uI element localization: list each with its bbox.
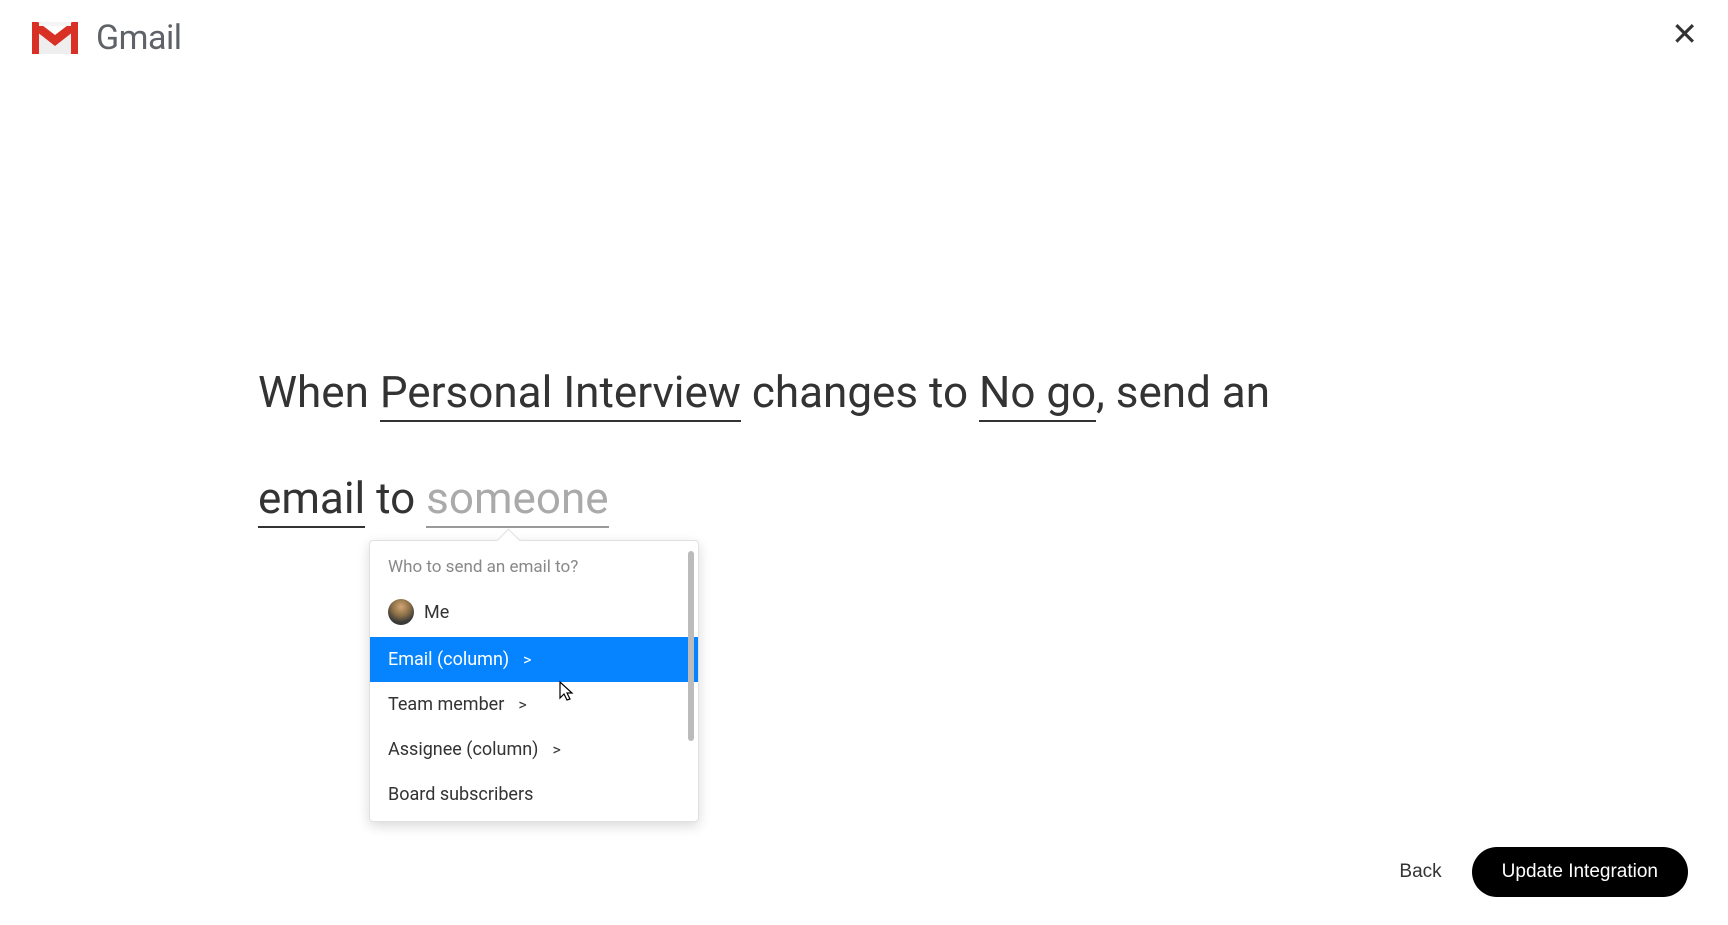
dropdown-item-0[interactable]: Me — [370, 587, 698, 637]
sentence-middle-1: changes to — [741, 366, 979, 418]
automation-sentence: When Personal Interview changes to No go… — [258, 340, 1358, 551]
recipient-selector[interactable]: someone — [426, 472, 608, 528]
update-integration-button[interactable]: Update Integration — [1472, 847, 1688, 897]
chevron-right-icon: > — [518, 695, 526, 714]
sentence-middle-3: to — [365, 472, 426, 524]
gmail-icon — [28, 18, 82, 58]
dropdown-item-2[interactable]: Team member > — [370, 682, 698, 727]
dropdown-item-1[interactable]: Email (column) > — [370, 637, 698, 682]
close-icon[interactable]: ✕ — [1671, 18, 1698, 50]
chevron-right-icon: > — [552, 740, 560, 759]
recipient-dropdown: Who to send an email to? Me Email (column… — [369, 540, 699, 822]
dropdown-item-label: Board subscribers — [388, 784, 533, 805]
gmail-logo: Gmail — [28, 18, 182, 58]
chevron-right-icon: > — [523, 650, 531, 669]
back-button[interactable]: Back — [1399, 861, 1441, 883]
avatar-icon — [388, 599, 414, 625]
sentence-middle-2: , send an — [1096, 366, 1270, 418]
dropdown-title: Who to send an email to? — [370, 553, 698, 587]
app-name: Gmail — [96, 18, 182, 58]
dropdown-scrollbar[interactable] — [688, 551, 694, 741]
dropdown-item-label: Team member — [388, 694, 504, 715]
dropdown-item-label: Me — [424, 602, 449, 623]
dropdown-item-label: Email (column) — [388, 649, 509, 670]
sentence-prefix-1: When — [258, 366, 380, 418]
status-selector[interactable]: No go — [979, 366, 1096, 422]
dropdown-item-4[interactable]: Board subscribers — [370, 772, 698, 817]
dropdown-item-3[interactable]: Assignee (column) > — [370, 727, 698, 772]
dropdown-item-label: Assignee (column) — [388, 739, 538, 760]
footer: Back Update Integration — [1399, 847, 1688, 897]
header: Gmail — [0, 0, 1728, 76]
column-selector[interactable]: Personal Interview — [380, 366, 741, 422]
action-selector[interactable]: email — [258, 472, 365, 528]
